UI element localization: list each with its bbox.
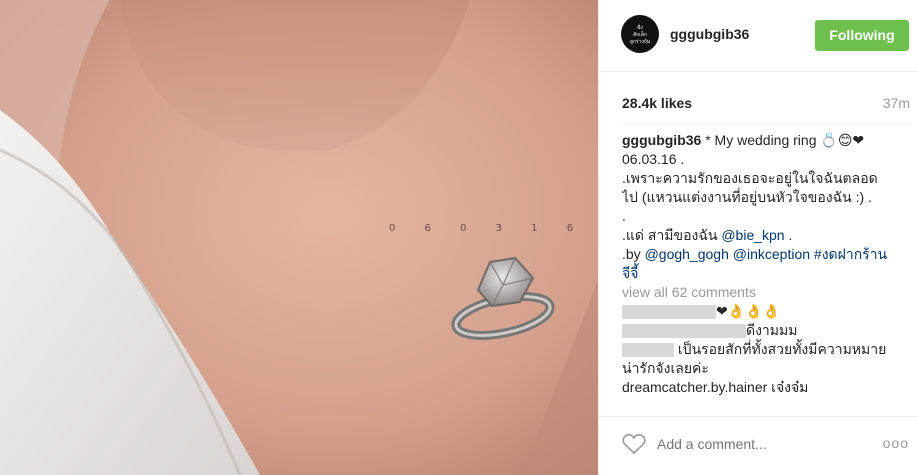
instagram-post: 0 6 0 3 1 6 ฝั่ง สักเล็ก ลูกร่างกุ้ม ggg…	[0, 0, 918, 475]
comment-3: เป็นรอยสักที่ทั้งสวยทั้งมีความหมาย น่ารั…	[622, 340, 892, 378]
username-link[interactable]: gggubgib36	[670, 26, 749, 42]
post-side-panel: ฝั่ง สักเล็ก ลูกร่างกุ้ม gggubgib36 Foll…	[598, 0, 918, 475]
caption-line5: .แด่ สามีของฉัน @bie_kpn .	[622, 227, 793, 243]
blurred-username	[622, 343, 674, 358]
add-comment-input[interactable]	[657, 436, 837, 452]
post-photo[interactable]: 0 6 0 3 1 6	[0, 0, 598, 475]
avatar-text: ฝั่ง สักเล็ก ลูกร่างกุ้ม	[629, 25, 651, 45]
caption-dot: .	[622, 208, 626, 224]
caption-line6: .by @gogh_gogh @inkception #งดฝากร้านจีจ…	[622, 246, 888, 281]
likes-count[interactable]: 28.4k likes	[622, 95, 692, 111]
comments-section: gggubgib36 * My wedding ring 💍😊❤ 06.03.1…	[622, 131, 892, 414]
mention-bie-link[interactable]: @bie_kpn	[721, 227, 784, 243]
comment-4-text: dreamcatcher.by.hainer เจ๋งจ๋ม	[622, 379, 809, 395]
post-time[interactable]: 37m	[883, 95, 910, 111]
comment-1: ❤👌👌👌	[622, 302, 892, 321]
post-stats: 28.4k likes 37m	[622, 95, 910, 115]
more-options-button[interactable]: ooo	[883, 435, 909, 451]
view-all-comments-link[interactable]: view all 62 comments	[622, 283, 892, 302]
comment-footer: ooo	[599, 416, 918, 475]
comment-4: dreamcatcher.by.hainer เจ๋งจ๋ม	[622, 378, 892, 397]
comment-2: ดีงามมม	[622, 321, 892, 340]
caption-author[interactable]: gggubgib36	[622, 132, 701, 148]
caption-line1: * My wedding ring 💍😊❤	[701, 132, 865, 148]
avatar[interactable]: ฝั่ง สักเล็ก ลูกร่างกุ้ม	[621, 15, 659, 53]
mention-gogh-link[interactable]: @gogh_gogh	[645, 246, 729, 262]
post-header: ฝั่ง สักเล็ก ลูกร่างกุ้ม gggubgib36 Foll…	[599, 0, 918, 72]
following-button[interactable]: Following	[815, 20, 909, 51]
tattoo-date-text: 0 6 0 3 1 6	[389, 223, 586, 234]
caption: gggubgib36 * My wedding ring 💍😊❤	[622, 131, 892, 150]
comment-2-text: ดีงามมม	[746, 322, 798, 338]
caption-line2: 06.03.16 .	[622, 151, 685, 167]
blurred-username	[622, 324, 746, 339]
blurred-username	[622, 305, 716, 320]
tattoo-photo-image: 0 6 0 3 1 6	[0, 0, 598, 475]
caption-line3: .เพราะความรักของเธอจะอยู่ในใจฉันตลอดไป (…	[622, 170, 878, 205]
mention-inkception-link[interactable]: @inkception	[733, 246, 810, 262]
comment-1-text: ❤👌👌👌	[716, 303, 781, 319]
stats-divider	[622, 123, 910, 124]
heart-icon[interactable]	[622, 433, 646, 455]
